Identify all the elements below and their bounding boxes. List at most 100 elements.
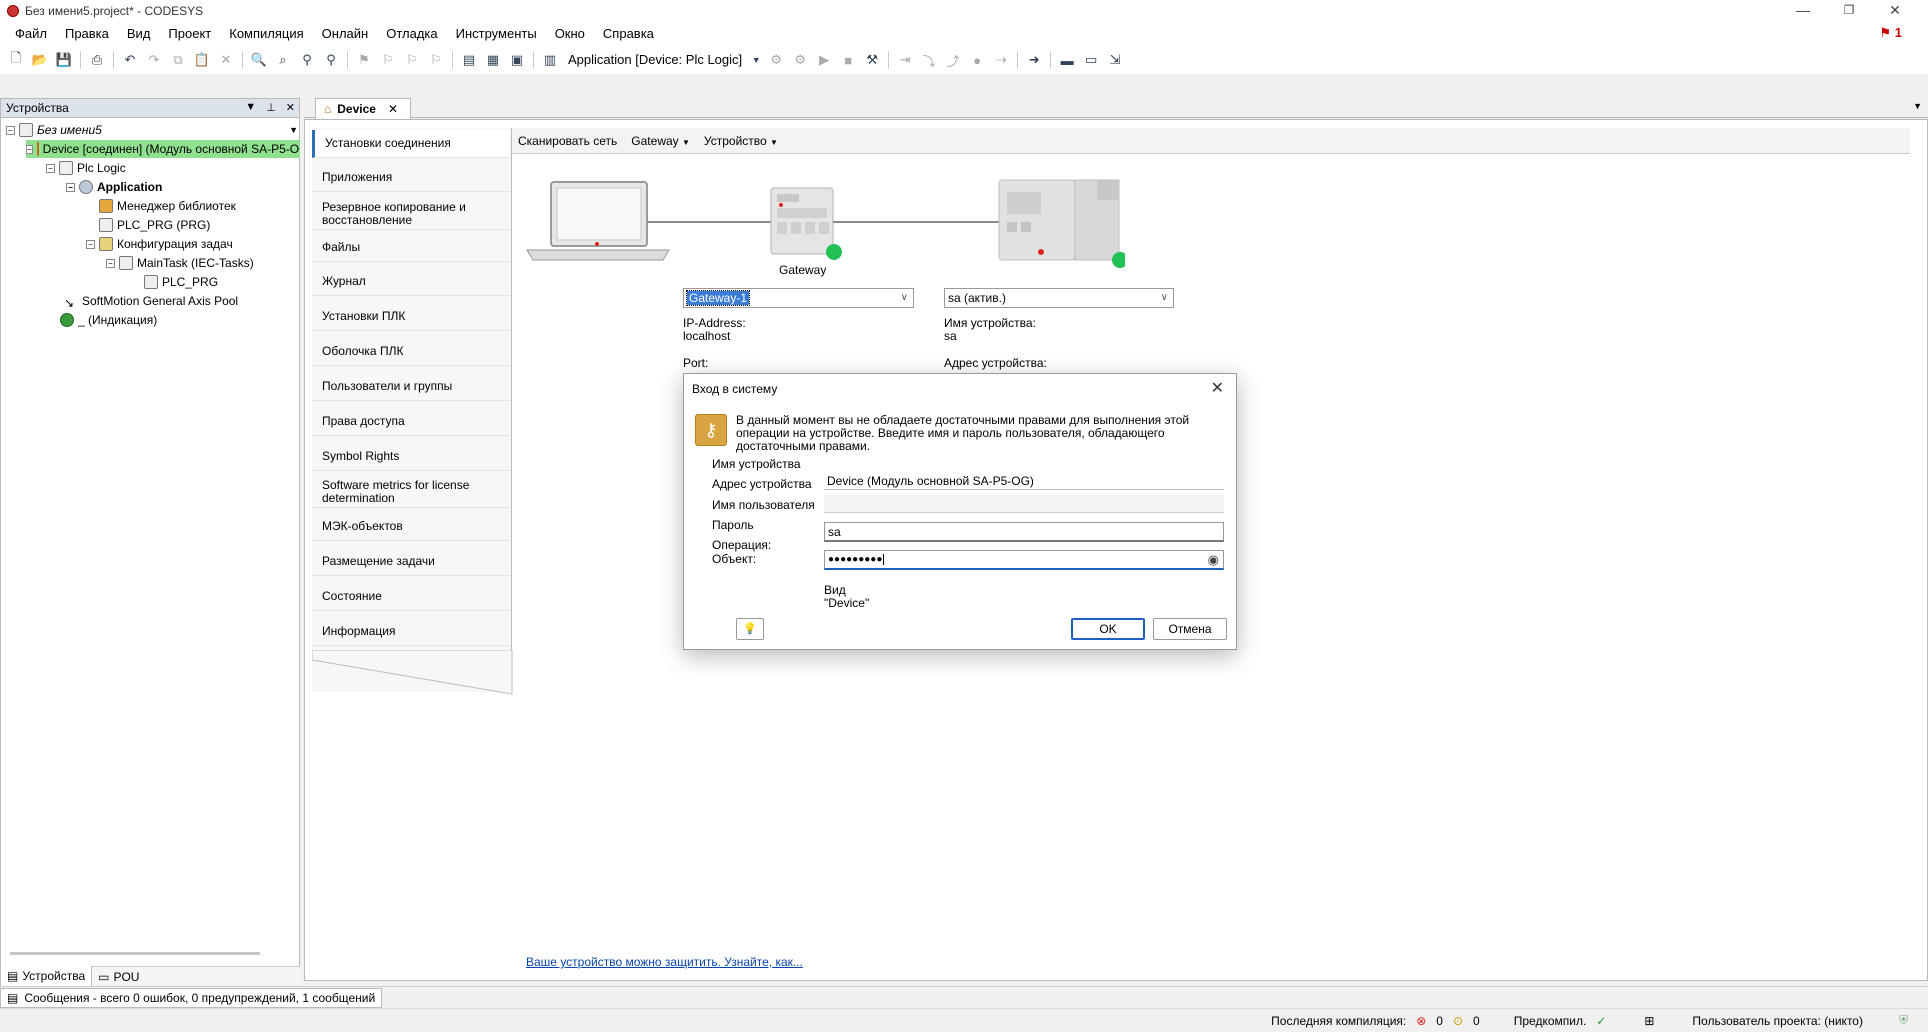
stop-icon[interactable]: ■: [839, 51, 857, 69]
find-next-icon[interactable]: ⚲: [298, 51, 316, 69]
password-field[interactable]: ●●●●●●●●● ◉: [824, 550, 1224, 570]
undo-icon[interactable]: ↶: [121, 51, 139, 69]
network-icon[interactable]: ⊞: [1644, 1014, 1654, 1028]
cancel-button[interactable]: Отмена: [1153, 618, 1227, 640]
tree-item-application[interactable]: − Application: [66, 178, 162, 196]
find-icon[interactable]: 🔍: [250, 51, 268, 69]
paste-icon[interactable]: 📋: [193, 51, 211, 69]
menu-project[interactable]: Проект: [159, 22, 220, 46]
chevron-down-icon[interactable]: ▼: [751, 51, 761, 69]
menu-tools[interactable]: Инструменты: [447, 22, 546, 46]
bookmark-clear-icon[interactable]: ⚐: [427, 51, 445, 69]
menu-online[interactable]: Онлайн: [313, 22, 378, 46]
tree-item-plc-prg[interactable]: PLC_PRG (PRG): [99, 216, 210, 234]
tree-item-device[interactable]: − Device [соединен] (Модуль основной SA-…: [26, 140, 300, 158]
find-replace-icon[interactable]: ⌕: [274, 51, 292, 69]
tree-item-visualization[interactable]: _ (Индикация): [60, 311, 157, 329]
nav-users-groups[interactable]: Пользователи и группы: [312, 373, 510, 401]
print-icon[interactable]: ⎙: [88, 51, 106, 69]
nav-files[interactable]: Файлы: [312, 234, 510, 262]
close-icon[interactable]: ✕: [286, 101, 295, 114]
device-combo[interactable]: sa (актив.) ∨: [944, 288, 1174, 308]
application-selector[interactable]: Application [Device: Plc Logic]: [562, 51, 748, 69]
collapse-icon[interactable]: −: [86, 239, 95, 249]
tree-item-plc-logic[interactable]: − Plc Logic: [46, 159, 126, 177]
messages-flag[interactable]: ⚑ 1: [1879, 25, 1902, 41]
run-to-cursor-icon[interactable]: ⇢: [992, 51, 1010, 69]
unforce-icon[interactable]: ⇲: [1106, 51, 1124, 69]
menu-file[interactable]: Файл: [6, 22, 56, 46]
collapse-icon[interactable]: −: [66, 182, 75, 192]
nav-software-metrics[interactable]: Software metrics for license determinati…: [312, 476, 510, 508]
open-folder-icon[interactable]: 📂: [31, 51, 49, 69]
collapse-icon[interactable]: −: [46, 163, 55, 173]
force-values-icon[interactable]: ▭: [1082, 51, 1100, 69]
close-icon[interactable]: ✕: [388, 102, 398, 116]
gateway-menu-button[interactable]: Gateway ▼: [631, 134, 690, 148]
application-icon[interactable]: ▥: [541, 51, 559, 69]
menu-debug[interactable]: Отладка: [377, 22, 446, 46]
username-field[interactable]: sa: [824, 522, 1224, 542]
nav-access-rights[interactable]: Права доступа: [312, 408, 510, 436]
reset-icon[interactable]: ⚒: [863, 51, 881, 69]
bookmark-icon[interactable]: ⚑: [355, 51, 373, 69]
delete-icon[interactable]: ✕: [217, 51, 235, 69]
nav-iec-objects[interactable]: МЭК-объектов: [312, 513, 510, 541]
write-values-icon[interactable]: ▬: [1058, 51, 1076, 69]
logout-icon[interactable]: ⚙: [791, 51, 809, 69]
collapse-icon[interactable]: −: [6, 125, 15, 135]
menu-build[interactable]: Компиляция: [220, 22, 312, 46]
menu-window[interactable]: Окно: [546, 22, 594, 46]
collapse-icon[interactable]: −: [26, 144, 33, 154]
nav-plc-settings[interactable]: Установки ПЛК: [312, 303, 510, 331]
gateway-combo[interactable]: Gateway-1 ∨: [683, 288, 914, 308]
tree-item-project[interactable]: − Без имени5 ▼: [6, 121, 298, 139]
scan-network-button[interactable]: Сканировать сеть: [518, 134, 617, 148]
nav-plc-shell[interactable]: Оболочка ПЛК: [312, 338, 510, 366]
copy-icon[interactable]: ⧉: [169, 51, 187, 69]
maximize-button[interactable]: ❐: [1826, 0, 1872, 22]
bookmark-next-icon[interactable]: ⚐: [379, 51, 397, 69]
eye-icon[interactable]: ◉: [1208, 551, 1219, 569]
save-icon[interactable]: 💾: [55, 51, 73, 69]
ok-button[interactable]: OK: [1071, 618, 1145, 640]
nav-backup-restore[interactable]: Резервное копирование и восстановление: [312, 198, 510, 230]
messages-tab[interactable]: ▤ Сообщения - всего 0 ошибок, 0 предупре…: [0, 988, 383, 1008]
add-object-icon[interactable]: ▦: [484, 51, 502, 69]
device-menu-button[interactable]: Устройство ▼: [704, 134, 778, 148]
tree-item-axis-pool[interactable]: ↘ SoftMotion General Axis Pool: [64, 292, 238, 310]
hint-button[interactable]: 💡: [736, 618, 764, 640]
shield-icon[interactable]: ⛨: [1899, 1013, 1908, 1028]
chevron-down-icon[interactable]: ▼: [289, 121, 298, 139]
tab-devices[interactable]: ▤ Устройства: [0, 966, 93, 987]
pin-icon[interactable]: ⊥: [266, 101, 276, 114]
nav-status[interactable]: Состояние: [312, 583, 510, 611]
nav-log[interactable]: Журнал: [312, 268, 510, 296]
nav-information[interactable]: Информация: [312, 618, 510, 646]
redo-icon[interactable]: ↷: [145, 51, 163, 69]
tab-pou[interactable]: ▭ POU: [92, 967, 145, 987]
menu-help[interactable]: Справка: [594, 22, 663, 46]
find-prev-icon[interactable]: ⚲: [322, 51, 340, 69]
properties-icon[interactable]: ▣: [508, 51, 526, 69]
nav-symbol-rights[interactable]: Symbol Rights: [312, 443, 510, 471]
tree-item-library-manager[interactable]: Менеджер библиотек: [99, 197, 236, 215]
close-window-button[interactable]: ✕: [1872, 0, 1918, 22]
chevron-down-icon[interactable]: ▼: [245, 101, 256, 114]
protect-device-link[interactable]: Ваше устройство можно защитить. Узнайте,…: [526, 955, 803, 969]
new-file-icon[interactable]: 🗋: [7, 50, 25, 69]
tab-device[interactable]: ⌂ Device ✕: [315, 98, 411, 119]
object-icon[interactable]: ▤: [460, 51, 478, 69]
login-icon[interactable]: ⚙: [767, 51, 785, 69]
next-statement-icon[interactable]: ➜: [1025, 51, 1043, 69]
dialog-close-button[interactable]: ✕: [1211, 378, 1224, 398]
nav-task-deployment[interactable]: Размещение задачи: [312, 548, 510, 576]
bookmark-prev-icon[interactable]: ⚐: [403, 51, 421, 69]
tree-item-task-config[interactable]: − Конфигурация задач: [86, 235, 233, 253]
chevron-down-icon[interactable]: ▼: [1913, 101, 1922, 111]
nav-connection-settings[interactable]: Установки соединения: [312, 130, 510, 158]
step-over-icon[interactable]: ⇥: [896, 51, 914, 69]
collapse-icon[interactable]: −: [106, 258, 115, 268]
step-into-icon[interactable]: ⤵: [920, 51, 938, 69]
breakpoint-icon[interactable]: ●: [968, 51, 986, 69]
